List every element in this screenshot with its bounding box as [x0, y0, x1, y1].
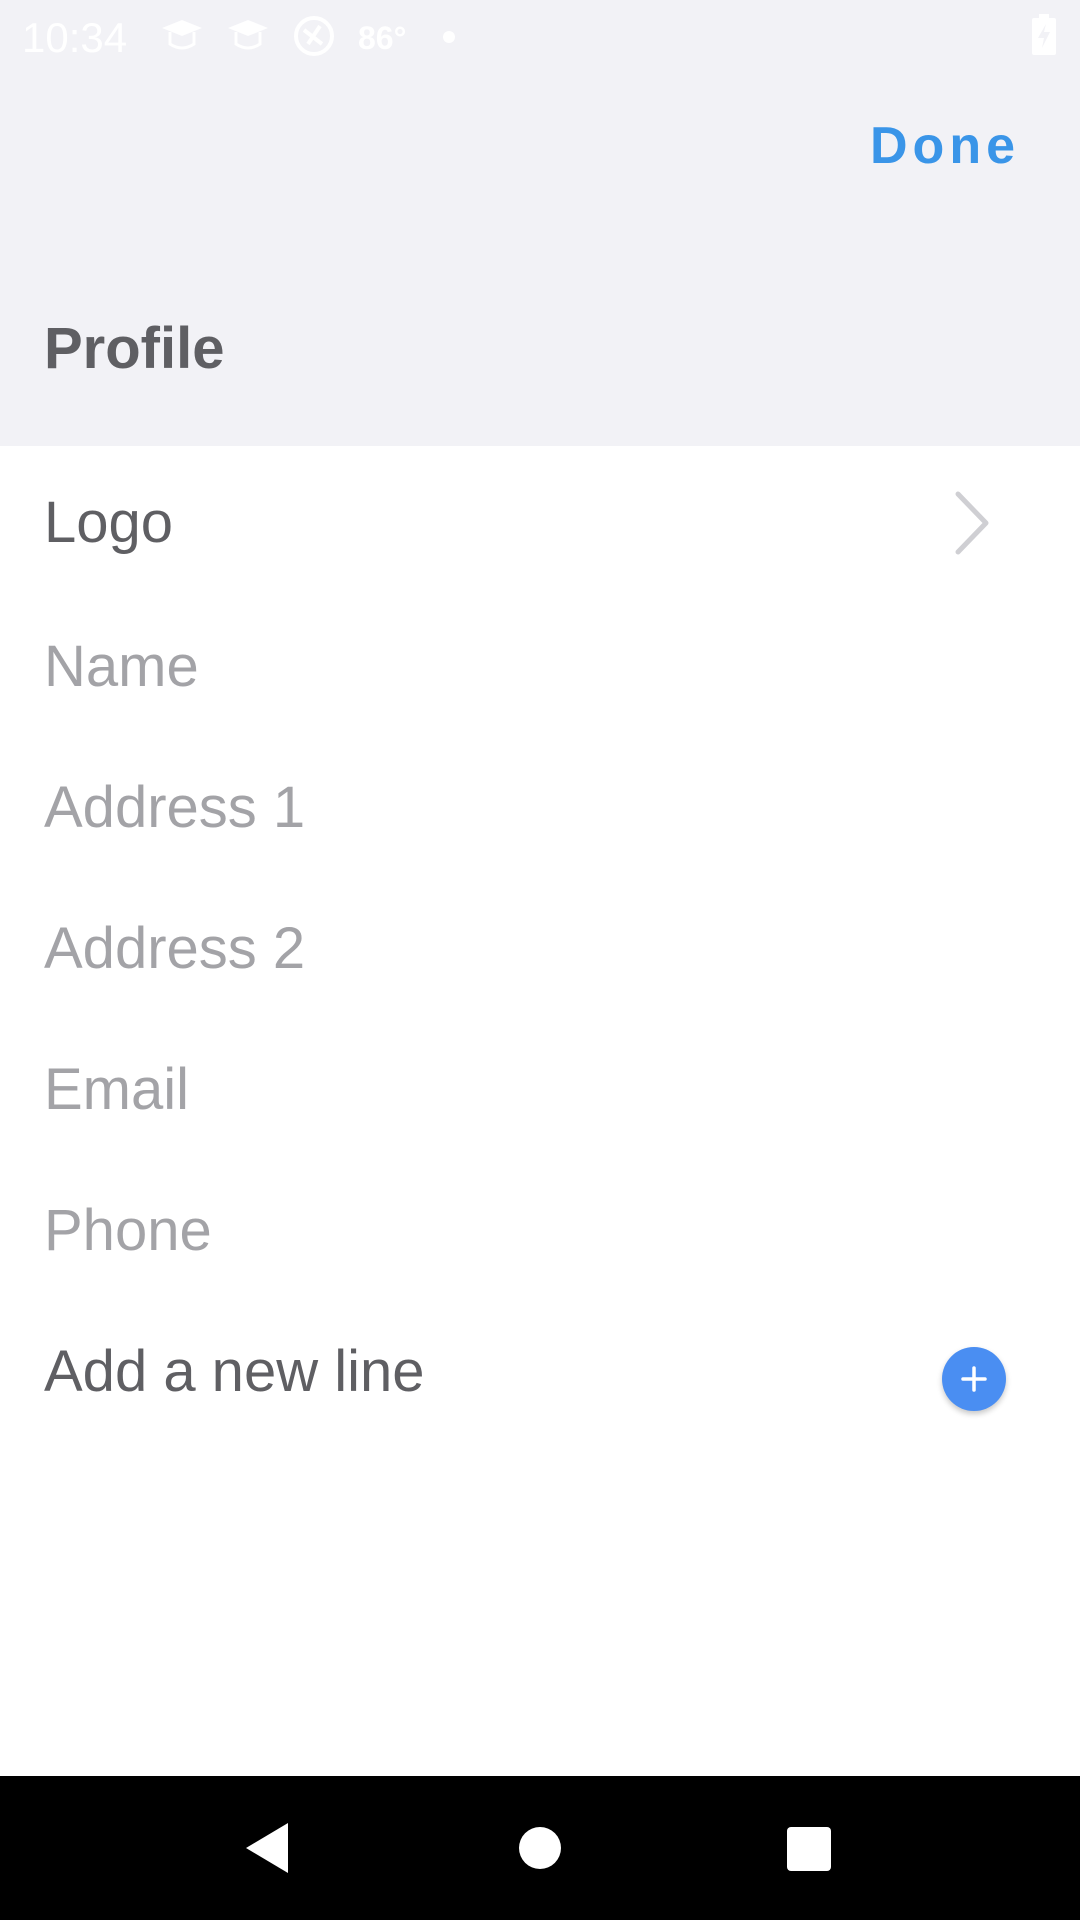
address-2-field-label: Address 2 — [44, 916, 306, 981]
status-time: 10:34 — [22, 14, 128, 61]
home-icon[interactable] — [518, 1826, 562, 1875]
status-temperature: 86° — [358, 20, 407, 56]
section-title: Profile — [44, 316, 225, 381]
add-line-row[interactable]: Add a new line — [0, 1302, 1080, 1442]
name-field[interactable]: Name — [0, 597, 1080, 737]
phone-field-label: Phone — [44, 1198, 212, 1263]
plus-icon — [961, 1366, 987, 1392]
status-bar: 10:34 86° — [0, 0, 1080, 75]
name-field-label: Name — [44, 634, 199, 699]
add-line-label: Add a new line — [44, 1339, 425, 1404]
circle-app-icon — [292, 14, 336, 58]
phone-field[interactable]: Phone — [0, 1161, 1080, 1301]
address-1-field-label: Address 1 — [44, 775, 306, 840]
address-1-field[interactable]: Address 1 — [0, 738, 1080, 878]
graduation-cap-icon — [160, 14, 204, 58]
email-field-label: Email — [44, 1057, 190, 1122]
recents-icon[interactable] — [786, 1826, 832, 1877]
graduation-cap-icon — [226, 14, 270, 58]
battery-charging-icon — [1030, 14, 1058, 56]
add-line-button[interactable] — [942, 1347, 1006, 1411]
dot-icon — [443, 31, 455, 43]
back-icon[interactable] — [242, 1821, 290, 1880]
navigation-bar — [0, 1776, 1080, 1920]
logo-row[interactable]: Logo — [0, 453, 1080, 593]
chevron-right-icon — [952, 488, 992, 558]
email-field[interactable]: Email — [0, 1020, 1080, 1160]
header-area: 10:34 86° Done Profile — [0, 0, 1080, 446]
done-button[interactable]: Done — [870, 112, 1020, 180]
address-2-field[interactable]: Address 2 — [0, 879, 1080, 1019]
logo-label: Logo — [44, 490, 174, 555]
